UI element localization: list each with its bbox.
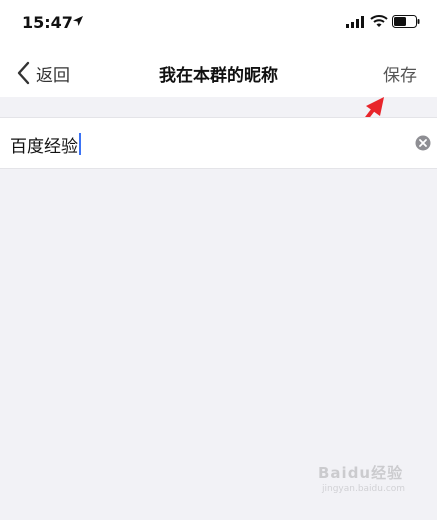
nickname-value: 百度经验 bbox=[10, 136, 78, 157]
wifi-icon bbox=[370, 15, 388, 27]
text-caret bbox=[79, 133, 81, 155]
signal-icon bbox=[346, 16, 364, 28]
watermark: Baidu经验 bbox=[318, 464, 404, 482]
nickname-input-row: 百度经验 bbox=[0, 117, 437, 169]
clear-icon[interactable] bbox=[415, 135, 431, 151]
save-button[interactable]: 保存 bbox=[383, 61, 417, 86]
location-arrow-icon bbox=[73, 16, 83, 26]
watermark-subtext: jingyan.baidu.com bbox=[322, 484, 406, 494]
battery-icon bbox=[392, 15, 420, 28]
page-title: 我在本群的昵称 bbox=[159, 66, 278, 86]
status-time: 15:47 bbox=[22, 13, 73, 32]
top-bar: 15:47 返回 我在本群的昵称 保存 bbox=[0, 0, 437, 97]
nickname-input[interactable]: 百度经验 bbox=[10, 130, 81, 158]
